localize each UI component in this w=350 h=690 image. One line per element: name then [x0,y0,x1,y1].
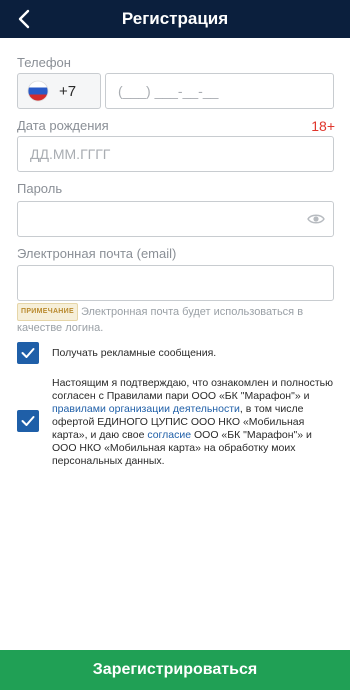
register-button[interactable]: Зарегистрироваться [0,650,350,690]
consent-link[interactable]: согласие [147,429,191,441]
russia-flag-icon [27,80,49,102]
phone-label: Телефон [17,55,71,70]
password-input[interactable] [17,201,334,237]
ads-checkbox-label: Получать рекламные сообщения. [52,347,217,359]
check-icon [21,348,35,358]
password-label: Пароль [17,181,63,196]
phone-input[interactable]: (___) ___-__-__ [105,73,334,109]
country-code: +7 [59,82,77,100]
email-label: Электронная почта (email) [17,246,177,261]
eye-icon [307,214,325,224]
top-bar: Регистрация [0,0,350,38]
terms-checkbox[interactable] [17,410,39,432]
email-note: ПРИМЕЧАНИЕ Электронная почта будет исполь… [17,303,337,335]
terms-checkbox-label: Настоящим я подтверждаю, что ознакомлен … [52,377,337,468]
back-button[interactable] [12,7,36,31]
phone-placeholder: (___) ___-__-__ [118,83,219,99]
email-input[interactable] [17,265,334,301]
birthdate-placeholder: ДД.ММ.ГГГГ [30,146,111,162]
birthdate-label: Дата рождения [17,118,109,133]
terms-text-1: Настоящим я подтверждаю, что ознакомлен … [52,377,333,402]
age-badge: 18+ [311,118,335,134]
check-icon [21,416,35,426]
ads-checkbox[interactable] [17,342,39,364]
country-code-select[interactable]: +7 [17,73,101,109]
birthdate-input[interactable]: ДД.ММ.ГГГГ [17,136,334,172]
rules-link[interactable]: правилами организации деятельности [52,403,240,415]
toggle-password-visibility[interactable] [307,211,325,232]
page-title: Регистрация [121,9,229,28]
note-tag: ПРИМЕЧАНИЕ [17,303,78,321]
chevron-left-icon [18,9,30,29]
